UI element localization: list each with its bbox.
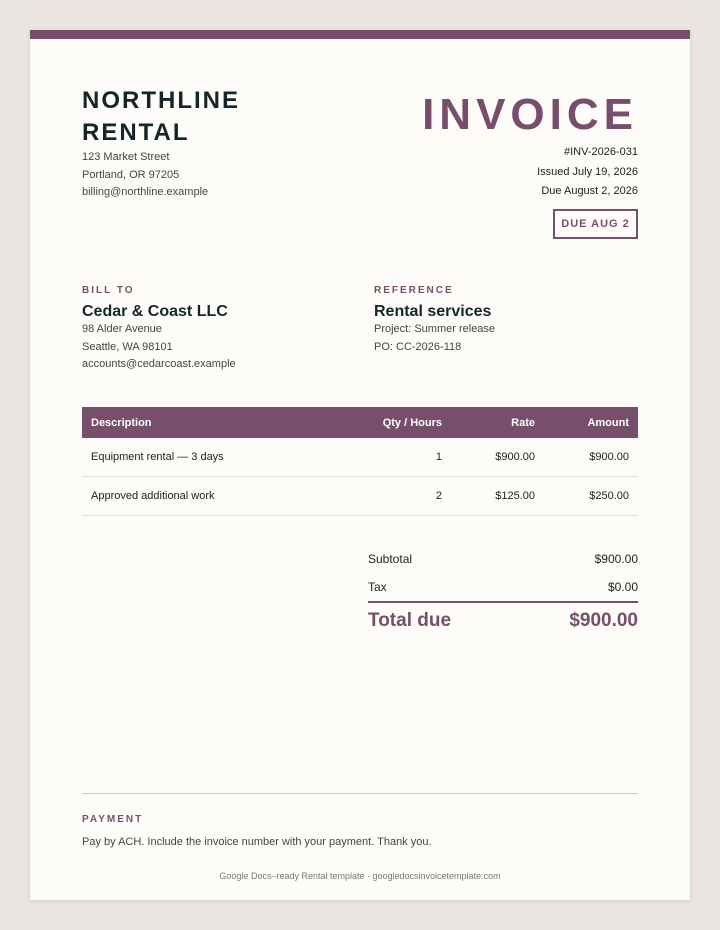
total-due-value: $900.00 — [569, 610, 638, 631]
company-address-line2: Portland, OR 97205 — [82, 168, 180, 181]
item-description: Equipment rental — 3 days — [82, 438, 342, 477]
company-name: NORTHLINE RENTAL — [82, 87, 240, 146]
payment-label: PAYMENT — [82, 814, 144, 825]
payment-instructions: Pay by ACH. Include the invoice number w… — [82, 836, 432, 848]
table-row: Equipment rental — 3 days 1 $900.00 $900… — [82, 438, 638, 477]
subtotal-label: Subtotal — [368, 552, 413, 566]
company-email: billing@northline.example — [82, 186, 209, 198]
item-description: Approved additional work — [82, 476, 342, 516]
column-header-amount: Amount — [587, 416, 629, 429]
tax-row: Tax $0.00 — [368, 573, 638, 603]
company-address: 123 Market Street Portland, OR 97205 bil… — [82, 149, 208, 202]
client-name: Cedar & Coast LLC — [82, 303, 228, 320]
reference-label: REFERENCE — [374, 285, 454, 296]
item-amount: $900.00 — [544, 438, 638, 477]
item-qty: 2 — [342, 476, 451, 516]
table-row: Approved additional work 2 $125.00 $250.… — [82, 476, 638, 516]
company-address-line1: 123 Market Street — [82, 151, 170, 163]
item-rate: $125.00 — [451, 476, 544, 516]
subtotal-row: Subtotal $900.00 — [368, 545, 638, 573]
client-address-line2: Seattle, WA 98101 — [82, 340, 173, 353]
subtotal-value: $900.00 — [594, 552, 638, 566]
invoice-due-date: Due August 2, 2026 — [541, 185, 638, 197]
column-header-description: Description — [91, 416, 152, 429]
table-header-row: Description Qty / Hours Rate Amount — [82, 407, 638, 438]
reference-project: Project: Summer release — [374, 323, 496, 335]
accent-top-bar — [30, 30, 690, 39]
reference-title: Rental services — [374, 303, 492, 320]
invoice-page: NORTHLINE RENTAL 123 Market Street Portl… — [30, 30, 690, 900]
bill-to-label: BILL TO — [82, 285, 135, 296]
invoice-meta: #INV-2026-031 Issued July 19, 2026 Due A… — [537, 143, 638, 202]
column-header-rate: Rate — [511, 416, 535, 429]
line-items-table: Description Qty / Hours Rate Amount Equi… — [82, 407, 638, 516]
invoice-title: INVOICE — [422, 90, 638, 139]
item-rate: $900.00 — [451, 438, 544, 477]
template-credit: Google Docs–ready Rental template · goog… — [219, 871, 501, 881]
client-address-line1: 98 Alder Avenue — [82, 323, 162, 335]
invoice-number: #INV-2026-031 — [564, 146, 638, 158]
totals-section: Subtotal $900.00 Tax $0.00 Total due $90… — [368, 545, 638, 632]
total-due-label: Total due — [368, 610, 452, 631]
item-qty: 1 — [342, 438, 451, 477]
bill-to-section: BILL TO Cedar & Coast LLC 98 Alder Avenu… — [82, 285, 342, 374]
column-header-qty: Qty / Hours — [382, 416, 442, 429]
client-email: accounts@cedarcoast.example — [82, 358, 236, 370]
footer-divider — [82, 793, 638, 794]
tax-label: Tax — [368, 580, 387, 594]
reference-po: PO: CC-2026-118 — [374, 340, 462, 353]
tax-value: $0.00 — [607, 580, 638, 594]
item-amount: $250.00 — [544, 476, 638, 516]
invoice-issued-date: Issued July 19, 2026 — [537, 165, 638, 178]
due-badge: DUE AUG 2 — [553, 209, 638, 239]
total-due-row: Total due $900.00 — [368, 610, 638, 632]
reference-section: REFERENCE Rental services Project: Summe… — [374, 285, 634, 356]
